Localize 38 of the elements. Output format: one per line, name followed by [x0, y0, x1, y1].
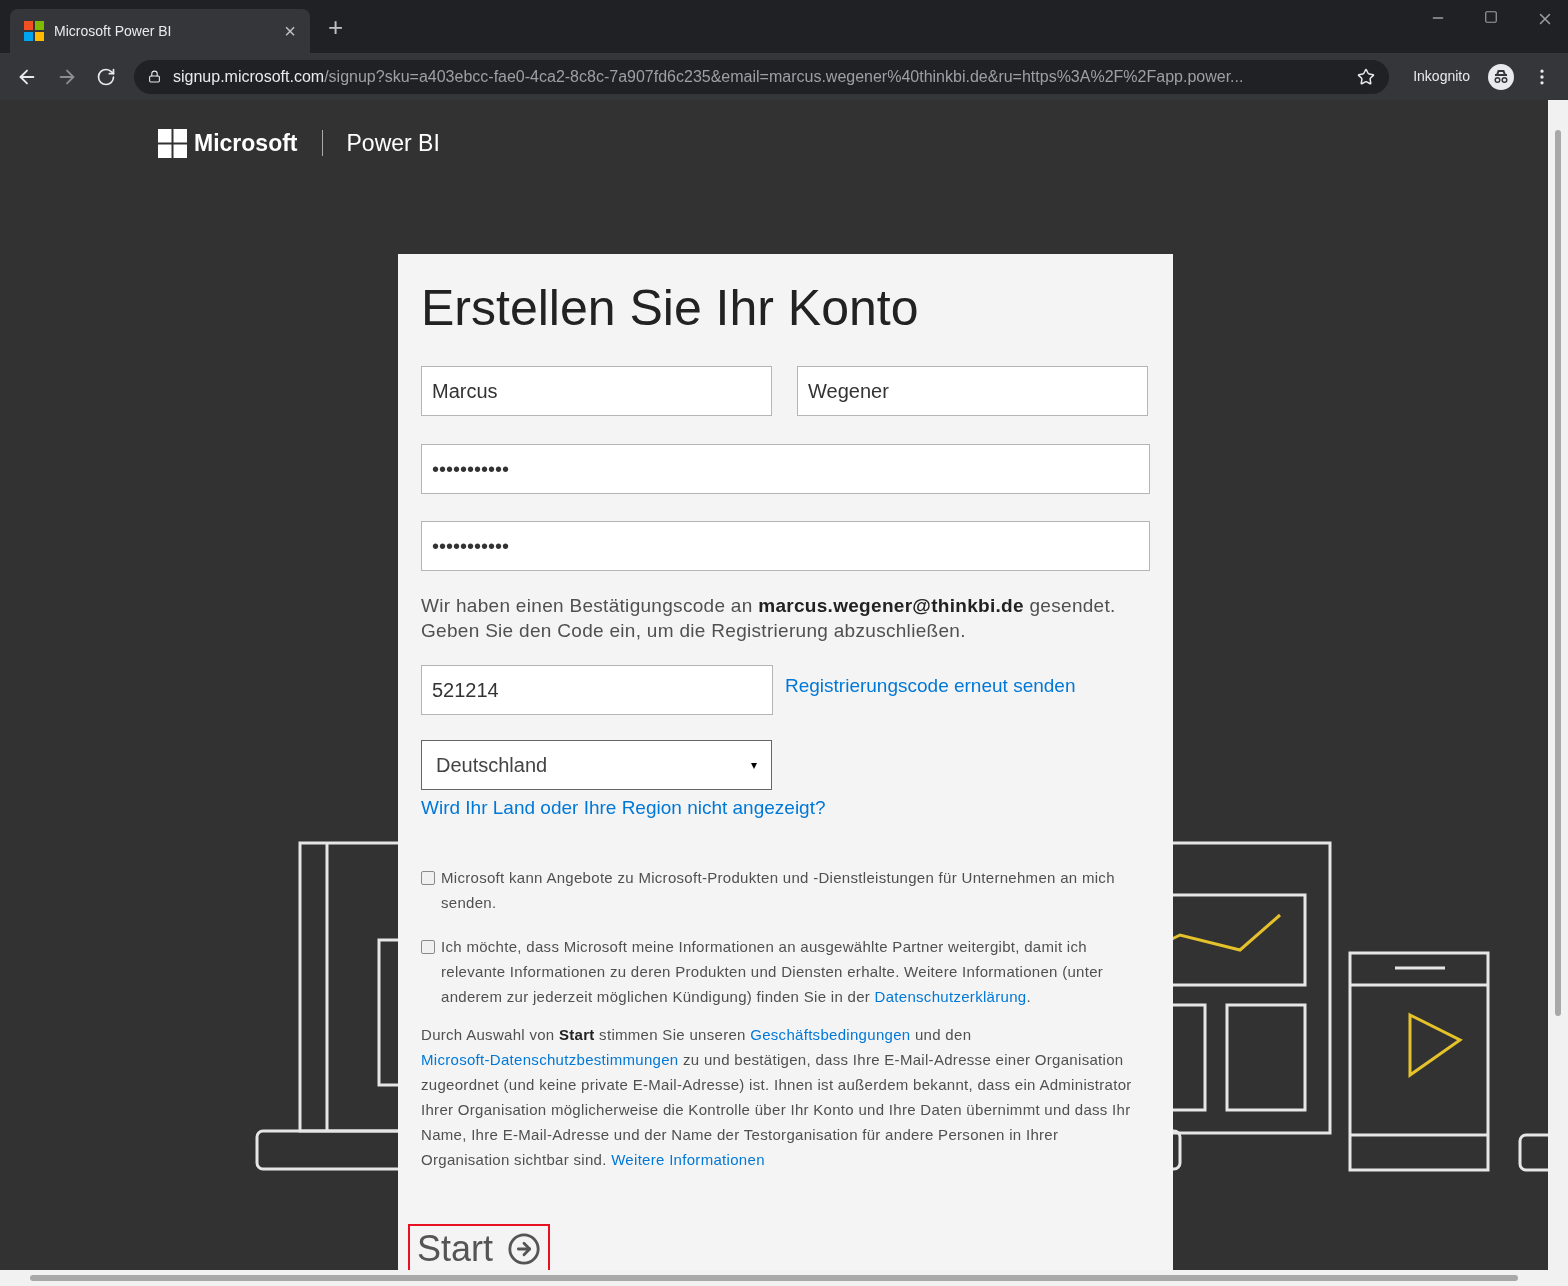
- product-name: Power BI: [346, 128, 440, 158]
- country-missing-link[interactable]: Wird Ihr Land oder Ihre Region nicht angezeigt?: [421, 794, 826, 823]
- brand-name: Microsoft: [194, 128, 298, 158]
- lock-icon: [148, 70, 161, 83]
- address-bar[interactable]: signup.microsoft.com/signup?sku=a403ebcc-fae0-4ca2-8c8c-7a907fd6c235&email=marcus.wegener%40thinkbi.de&ru=https%3A%2F%2Fapp.power...: [134, 59, 1390, 94]
- arrow-circle-icon: [507, 1231, 542, 1266]
- text-link[interactable]: Datenschutzerklärung: [874, 987, 1027, 1005]
- reload-icon[interactable]: [96, 66, 116, 87]
- tab-close-button[interactable]: ×: [284, 16, 296, 46]
- consent-text: Microsoft kann Angebote zu Microsoft-Produkten und -Dienstleistungen für Unternehmen an mich senden.: [441, 867, 1116, 913]
- consent-checkbox[interactable]: [421, 939, 435, 954]
- first-name-field[interactable]: Marcus: [421, 366, 772, 416]
- text-link[interactable]: Microsoft-Datenschutzbestimmungen: [421, 1050, 679, 1068]
- verification-code-field[interactable]: 521214: [421, 665, 773, 715]
- horizontal-scrollbar-thumb[interactable]: [30, 1275, 1518, 1281]
- password-field[interactable]: •••••••••••: [421, 444, 1150, 494]
- tab-title: Microsoft Power BI: [54, 21, 173, 41]
- url-text: signup.microsoft.com/signup?sku=a403ebcc-fae0-4ca2-8c8c-7a907fd6c235&email=marcus.wegener%40thinkbi.de&ru=https%3A%2F%2Fapp.power...: [173, 66, 1245, 87]
- consent-checkbox[interactable]: [421, 870, 435, 885]
- text-link[interactable]: Weitere Informationen: [611, 1150, 765, 1168]
- windows-logo-icon: [24, 21, 44, 41]
- bookmark-star-icon[interactable]: [1357, 67, 1376, 86]
- consent-text: Ich möchte, dass Microsoft meine Informationen an ausgewählte Partner weitergibt, damit ich relevante Informationen zu deren Produkten und Diensten erhalte. Weitere Informationen (unter anderem zur jederzeit möglichen Kündigung) finden Sie in der Datenschutzerklärung.: [441, 936, 1105, 1007]
- new-tab-button[interactable]: +: [328, 8, 344, 47]
- confirm-password-field[interactable]: •••••••••••: [421, 521, 1150, 571]
- microsoft-logo-icon: [158, 128, 187, 158]
- page-title: Erstellen Sie Ihr Konto: [421, 279, 920, 338]
- incognito-icon[interactable]: [1488, 63, 1514, 90]
- vertical-scrollbar-thumb[interactable]: [1555, 130, 1561, 1016]
- verification-notice: Wir haben einen Bestätigungscode an marcus.wegener@thinkbi.de gesendet. Geben Sie den Code ein, um die Registrierung abzuschließen.: [421, 594, 1117, 643]
- browser-tab[interactable]: Microsoft Power BI ×: [10, 9, 310, 53]
- incognito-label: Inkognito: [1413, 67, 1470, 86]
- terms-text: Durch Auswahl von Start stimmen Sie unseren Geschäftsbedingungen und den Microsoft-Datenschutzbestimmungen zu und bestätigen, dass Ihre E-Mail-Adresse einer Organisation zugeordnet (und keine private E-Mail-Adresse) ist. Ihnen ist außerdem bekannt, dass ein Administrator Ihrer Organisation möglicherweise die Kontrolle über Ihr Konto und Ihre Daten übernimmt und dass Ihr Name, Ihre E-Mail-Adresse und der Name der Testorganisation für andere Personen in Ihrer Organisation sichtbar sind. Weitere Informationen: [421, 1024, 1133, 1170]
- resend-code-link[interactable]: Registrierungscode erneut senden: [785, 672, 1076, 701]
- last-name-field[interactable]: Wegener: [797, 366, 1148, 416]
- text-link[interactable]: Geschäftsbedingungen: [750, 1025, 911, 1043]
- country-select[interactable]: Deutschland ▾: [421, 740, 772, 790]
- maximize-icon[interactable]: [1484, 10, 1498, 24]
